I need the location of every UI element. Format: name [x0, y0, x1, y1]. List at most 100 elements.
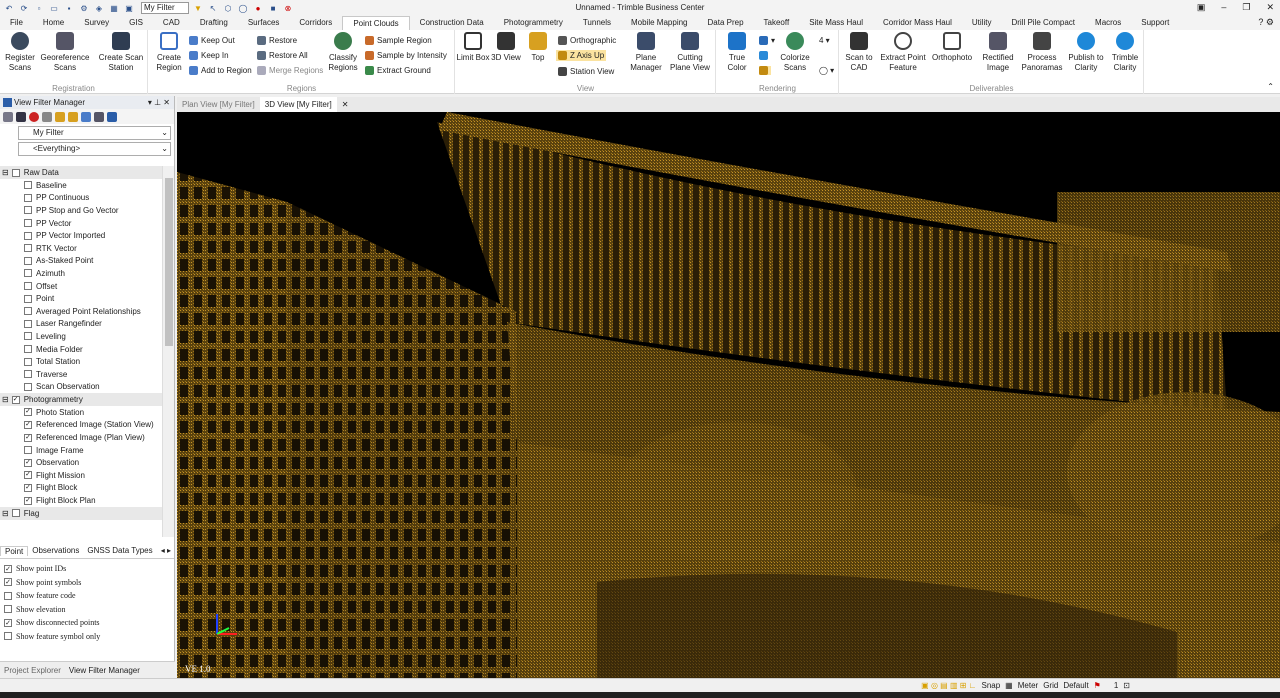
option-row[interactable]: ✓ Show point IDs: [4, 562, 100, 576]
item-checkbox[interactable]: [24, 319, 32, 328]
tree-item[interactable]: PP Stop and Go Vector: [0, 204, 162, 217]
tree-item[interactable]: Image Frame: [0, 444, 162, 457]
option-row[interactable]: Show feature symbol only: [4, 630, 100, 644]
view-tab-3d[interactable]: 3D View [My Filter]: [259, 97, 337, 112]
image-icon[interactable]: ▣: [123, 3, 135, 14]
tree-item[interactable]: ✓ Observation: [0, 456, 162, 469]
menu-tab-drafting[interactable]: Drafting: [190, 16, 238, 30]
item-checkbox[interactable]: [24, 231, 32, 240]
item-checkbox[interactable]: ✓: [24, 420, 32, 429]
quick-filter-select[interactable]: My Filter: [141, 2, 189, 14]
point-cloud-render[interactable]: VE 1.0: [177, 112, 1280, 678]
tree-item[interactable]: PP Vector Imported: [0, 229, 162, 242]
menu-tab-drill-pile-compact[interactable]: Drill Pile Compact: [1001, 16, 1085, 30]
process-panoramas-button[interactable]: Process Panoramas: [1020, 32, 1064, 73]
layers-icon[interactable]: ◈: [93, 3, 105, 14]
bottom-tab-view-filter-manager[interactable]: View Filter Manager: [69, 666, 140, 675]
menu-tab-corridor-mass-haul[interactable]: Corridor Mass Haul: [873, 16, 962, 30]
restore-window-icon[interactable]: ▣: [1197, 2, 1206, 13]
option-checkbox[interactable]: ✓: [4, 578, 12, 587]
item-checkbox[interactable]: ✓: [24, 483, 32, 492]
tree-item[interactable]: ✓ Flight Block: [0, 482, 162, 495]
default-label[interactable]: Default: [1063, 681, 1088, 690]
menu-tab-surfaces[interactable]: Surfaces: [238, 16, 290, 30]
menu-tab-construction-data[interactable]: Construction Data: [410, 16, 494, 30]
maximize-icon[interactable]: ❐: [1242, 2, 1250, 13]
item-checkbox[interactable]: [24, 244, 32, 253]
true-color-button[interactable]: True Color: [719, 32, 755, 73]
tree-item[interactable]: Averaged Point Relationships: [0, 305, 162, 318]
option-row[interactable]: ✓ Show point symbols: [4, 576, 100, 590]
options-tab-point[interactable]: Point: [0, 545, 29, 556]
option-checkbox[interactable]: ✓: [4, 564, 12, 573]
sample-region-button[interactable]: Sample Region: [365, 36, 432, 45]
save-icon[interactable]: ▪: [63, 3, 75, 14]
item-checkbox[interactable]: [24, 382, 32, 391]
restore-all-button[interactable]: Restore All: [257, 51, 308, 60]
ribbon-collapse-icon[interactable]: ⌃: [1267, 82, 1274, 91]
menu-tab-cad[interactable]: CAD: [153, 16, 190, 30]
option-row[interactable]: ✓ Show disconnected points: [4, 616, 100, 630]
item-checkbox[interactable]: [24, 345, 32, 354]
orthophoto-button[interactable]: Orthophoto: [930, 32, 974, 63]
item-checkbox[interactable]: ✓: [24, 408, 32, 417]
open-icon[interactable]: ▭: [48, 3, 60, 14]
flag-icon[interactable]: ⚑: [1094, 681, 1101, 690]
item-checkbox[interactable]: [24, 282, 32, 291]
item-checkbox[interactable]: [24, 370, 32, 379]
keep-out-button[interactable]: Keep Out: [189, 36, 235, 45]
minimize-icon[interactable]: –: [1221, 2, 1226, 13]
circle-icon[interactable]: ◯: [237, 3, 249, 14]
manage-filters-icon[interactable]: [3, 111, 13, 122]
menu-tab-home[interactable]: Home: [33, 16, 74, 30]
create-region-button[interactable]: Create Region: [151, 32, 187, 73]
item-checkbox[interactable]: [24, 219, 32, 228]
filter-select[interactable]: My Filter ⌄: [18, 126, 171, 140]
render-scan-icon[interactable]: [759, 51, 771, 60]
tree-item[interactable]: Total Station: [0, 355, 162, 368]
menu-tab-corridors[interactable]: Corridors: [289, 16, 342, 30]
extract-point-feature-button[interactable]: Extract Point Feature: [878, 32, 928, 73]
point-size-icon[interactable]: 4 ▾: [819, 36, 830, 45]
register-scans-button[interactable]: Register Scans: [0, 32, 40, 73]
merge-regions-button[interactable]: Merge Regions: [257, 66, 323, 75]
close-window-icon[interactable]: ✕: [1266, 2, 1274, 13]
tree-item[interactable]: Scan Observation: [0, 381, 162, 394]
publish-to-clarity-button[interactable]: Publish to Clarity: [1066, 32, 1106, 73]
type-select[interactable]: <Everything> ⌄: [18, 142, 171, 156]
item-checkbox[interactable]: [24, 206, 32, 215]
layer-c-icon[interactable]: [81, 111, 91, 122]
layer-b-icon[interactable]: [68, 111, 78, 122]
item-checkbox[interactable]: ✓: [24, 496, 32, 505]
tree-item[interactable]: Offset: [0, 280, 162, 293]
plan-view-icon[interactable]: ▦: [108, 3, 120, 14]
tree-item[interactable]: ✓ Referenced Image (Plan View): [0, 431, 162, 444]
add-to-region-button[interactable]: Add to Region: [189, 66, 252, 75]
refresh-icon[interactable]: ⟳: [18, 3, 30, 14]
option-checkbox[interactable]: [4, 605, 12, 614]
menu-tab-site-mass-haul[interactable]: Site Mass Haul: [799, 16, 873, 30]
tree-category[interactable]: ⊟ Flag: [0, 506, 162, 520]
units-label[interactable]: Meter: [1018, 681, 1038, 690]
layout-icon[interactable]: ⊡: [1123, 681, 1130, 690]
option-checkbox[interactable]: ✓: [4, 618, 12, 627]
option-checkbox[interactable]: [4, 591, 12, 600]
z-axis-up-button[interactable]: Z Axis Up: [556, 50, 607, 61]
plane-manager-button[interactable]: Plane Manager: [626, 32, 666, 73]
layer-d-icon[interactable]: [94, 111, 104, 122]
tree-item[interactable]: Point: [0, 292, 162, 305]
stop-icon[interactable]: ■: [267, 3, 279, 14]
sample-by-intensity-button[interactable]: Sample by Intensity: [365, 51, 447, 60]
tree-item[interactable]: RTK Vector: [0, 242, 162, 255]
category-checkbox[interactable]: [11, 509, 20, 518]
top-view-button[interactable]: Top: [522, 32, 554, 63]
tree-scrollbar[interactable]: [162, 166, 174, 537]
properties-icon[interactable]: [16, 111, 26, 122]
close-red-icon[interactable]: ⊗: [282, 3, 294, 14]
georeference-scans-button[interactable]: Georeference Scans: [40, 32, 90, 73]
layer-e-icon[interactable]: [107, 111, 117, 122]
tree-item[interactable]: ✓ Photo Station: [0, 406, 162, 419]
tree-item[interactable]: PP Vector: [0, 217, 162, 230]
menu-tab-photogrammetry[interactable]: Photogrammetry: [494, 16, 573, 30]
options-tab-gnss-data-types[interactable]: GNSS Data Types: [83, 546, 156, 555]
